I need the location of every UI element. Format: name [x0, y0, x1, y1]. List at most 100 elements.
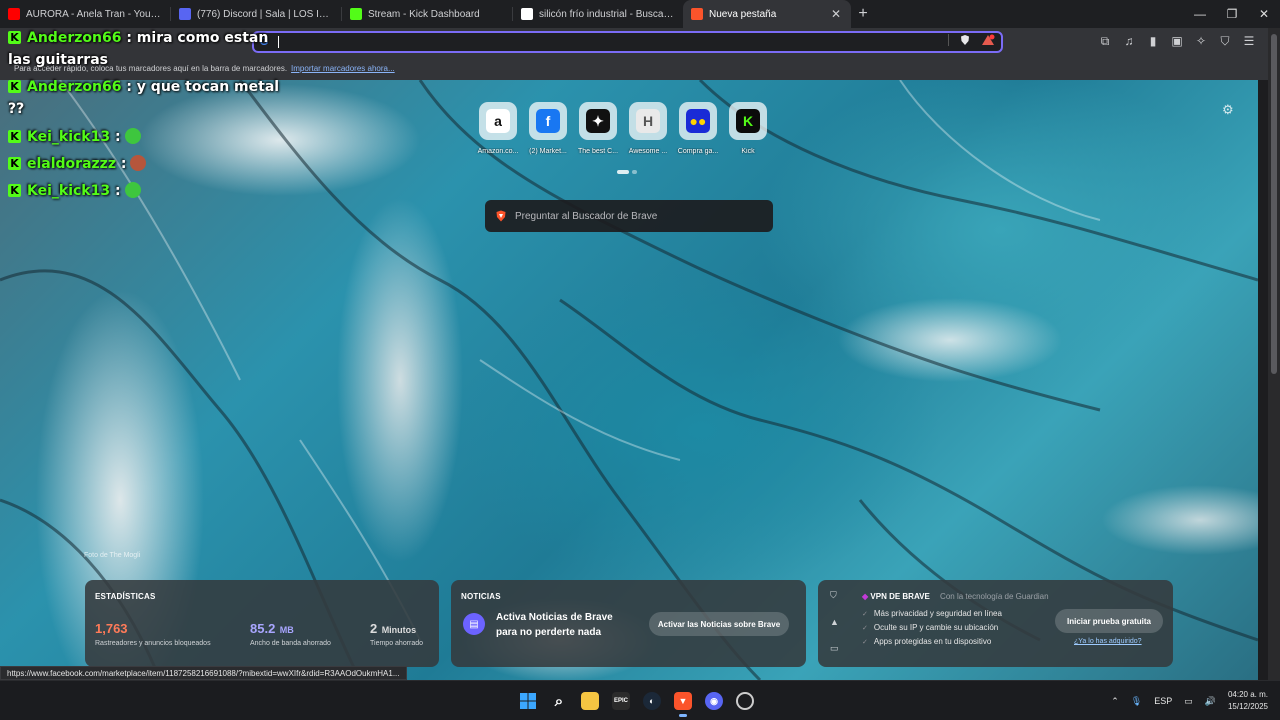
wallet-icon[interactable]: ▣: [1170, 34, 1184, 48]
news-card: NOTICIAS ▤ Activa Noticias de Brave para…: [451, 580, 806, 667]
chat-message: K Kei_kick13 :: [8, 182, 141, 199]
discord-icon: ◉: [705, 692, 723, 710]
emote-icon: [130, 155, 147, 171]
list-item: Oculte su IP y cambie su ubicación: [862, 623, 1002, 637]
tab-5[interactable]: Nueva pestaña ✕: [683, 0, 851, 28]
taskbar-search-button[interactable]: ⌕: [547, 685, 571, 717]
brave-search-box[interactable]: Preguntar al Buscador de Brave: [485, 200, 773, 232]
menu-icon[interactable]: ☰: [1242, 34, 1256, 48]
emote-icon: [124, 182, 141, 198]
brave-rewards-icon[interactable]: [981, 34, 995, 46]
top-site-tile[interactable]: ●● Compra ga...: [678, 102, 718, 155]
screenshot-icon[interactable]: ⧉: [1098, 34, 1112, 48]
stat-bandwidth: 85.2 MB Ancho de banda ahorrado: [250, 620, 331, 647]
chat-message: K Kei_kick13 :: [8, 128, 141, 145]
start-trial-button[interactable]: Iniciar prueba gratuita: [1055, 609, 1163, 633]
vpn-widget-icon[interactable]: ⛉: [830, 590, 839, 601]
tab-title: Nueva pestaña: [709, 8, 777, 20]
chat-text: ??: [8, 101, 25, 117]
chat-username: Anderzon66: [27, 30, 122, 46]
media-icon[interactable]: ♫: [1122, 34, 1136, 48]
page-scrollbar[interactable]: [1268, 28, 1280, 680]
windows-icon: [520, 693, 536, 709]
clock[interactable]: 04:20 a. m. 15/12/2025: [1228, 689, 1268, 713]
leo-ai-icon[interactable]: ✧: [1194, 34, 1208, 48]
tab-1[interactable]: AURORA - Anela Tran - YouTube: [0, 0, 170, 28]
chat-username: elaldorazzz: [27, 156, 116, 172]
top-site-label: The best C...: [577, 148, 619, 155]
alert-widget-icon[interactable]: ▲: [830, 617, 839, 627]
top-site-tile[interactable]: ✦ The best C...: [578, 102, 618, 155]
taskbar-app[interactable]: [733, 685, 757, 717]
stat-label: Ancho de banda ahorrado: [250, 640, 331, 647]
maximize-icon[interactable]: ❐: [1216, 0, 1248, 28]
stat-trackers: 1,763 Rastreadores y anuncios bloqueados: [95, 620, 211, 647]
toolbar-extensions: ⧉ ♫ ▮ ▣ ✧ ⛉ ☰: [1098, 34, 1256, 49]
taskbar-epic-games[interactable]: EPIC: [609, 685, 633, 717]
tab-2[interactable]: (776) Discord | Sala | LOS INSANE: [171, 0, 341, 28]
tab-title: silicón frío industrial - Buscar con Go: [539, 8, 675, 20]
epic-games-icon: EPIC: [612, 692, 630, 710]
facebook-icon: f: [536, 109, 560, 133]
sidebar-icon[interactable]: ▮: [1146, 34, 1160, 48]
network-icon[interactable]: ▭: [1184, 696, 1193, 707]
start-button[interactable]: [516, 685, 540, 717]
taskbar-steam[interactable]: ◐: [640, 685, 664, 717]
chat-username: Kei_kick13: [27, 129, 111, 145]
top-site-tile[interactable]: f (2) Market...: [528, 102, 568, 155]
kick-badge-icon: K: [8, 157, 21, 170]
kick-badge-icon: K: [8, 80, 21, 93]
news-title: NOTICIAS: [461, 592, 501, 601]
tab-title: AURORA - Anela Tran - YouTube: [26, 8, 162, 20]
stats-title: ESTADÍSTICAS: [95, 592, 156, 601]
taskbar-explorer[interactable]: [578, 685, 602, 717]
chat-message: K Anderzon66 : mira como estan: [8, 30, 268, 46]
close-tab-icon[interactable]: ✕: [829, 7, 843, 21]
kick-badge-icon: K: [8, 31, 21, 44]
enable-news-button[interactable]: Activar las Noticias sobre Brave: [649, 612, 789, 636]
stat-value: 2: [370, 621, 378, 636]
stat-value: 1,763: [95, 621, 128, 636]
already-purchased-link[interactable]: ¿Ya lo has adquirido?: [1074, 638, 1142, 645]
stats-card: ESTADÍSTICAS 1,763 Rastreadores y anunci…: [85, 580, 439, 667]
language-indicator[interactable]: ESP: [1154, 696, 1172, 706]
taskbar-discord[interactable]: ◉: [702, 685, 726, 717]
microphone-icon[interactable]: 🎙: [1131, 696, 1142, 707]
top-site-label: Kick: [741, 148, 755, 155]
steam-icon: ◐: [643, 692, 661, 710]
kick-badge-icon: K: [8, 130, 21, 143]
vpn-logo-icon: ◆: [862, 592, 869, 601]
news-text: Activa Noticias de Brave para no perdert…: [496, 612, 613, 638]
new-tab-button[interactable]: +: [851, 5, 875, 23]
awesome-icon: H: [636, 109, 660, 133]
import-bookmarks-link[interactable]: Importar marcadores ahora...: [291, 64, 395, 73]
volume-icon[interactable]: 🔊: [1205, 696, 1216, 707]
kick-badge-icon: K: [8, 184, 21, 197]
tab-4[interactable]: silicón frío industrial - Buscar con Go: [513, 0, 683, 28]
chat-text: : mira como estan: [126, 30, 269, 46]
top-site-tile[interactable]: H Awesome ...: [628, 102, 668, 155]
minimize-icon[interactable]: —: [1184, 0, 1216, 28]
top-site-tile[interactable]: a Amazon.co...: [478, 102, 518, 155]
top-site-tile[interactable]: K Kick: [728, 102, 768, 155]
vpn-shield-icon[interactable]: ⛉: [1218, 34, 1232, 48]
chat-message: Kelaldorazzz :: [8, 155, 147, 172]
bookmarks-bar: Para acceder rápido, coloca tus marcador…: [0, 56, 1268, 80]
address-bar[interactable]: G: [252, 31, 1003, 53]
top-site-label: Compra ga...: [677, 148, 719, 155]
taskbar-brave[interactable]: ▼: [671, 685, 695, 717]
tab-3[interactable]: Stream - Kick Dashboard: [342, 0, 512, 28]
card-widget-icon[interactable]: ▭: [830, 643, 839, 654]
app-icon: [736, 692, 754, 710]
stat-label: Tiempo ahorrado: [370, 640, 424, 647]
photo-credit: Foto de The Mogli: [84, 552, 141, 559]
stat-time: 2 Minutos Tiempo ahorrado: [370, 620, 423, 647]
chat-text: :: [114, 183, 121, 199]
close-window-icon[interactable]: ✕: [1248, 0, 1280, 28]
brave-shields-icon[interactable]: [959, 34, 971, 46]
top-sites-pager[interactable]: [617, 170, 637, 174]
customize-gear-icon[interactable]: ⚙: [1222, 102, 1234, 118]
chevron-up-icon[interactable]: ⌃: [1111, 696, 1119, 707]
chat-text: las guitarras: [8, 52, 108, 68]
stat-unit: Minutos: [381, 625, 417, 635]
